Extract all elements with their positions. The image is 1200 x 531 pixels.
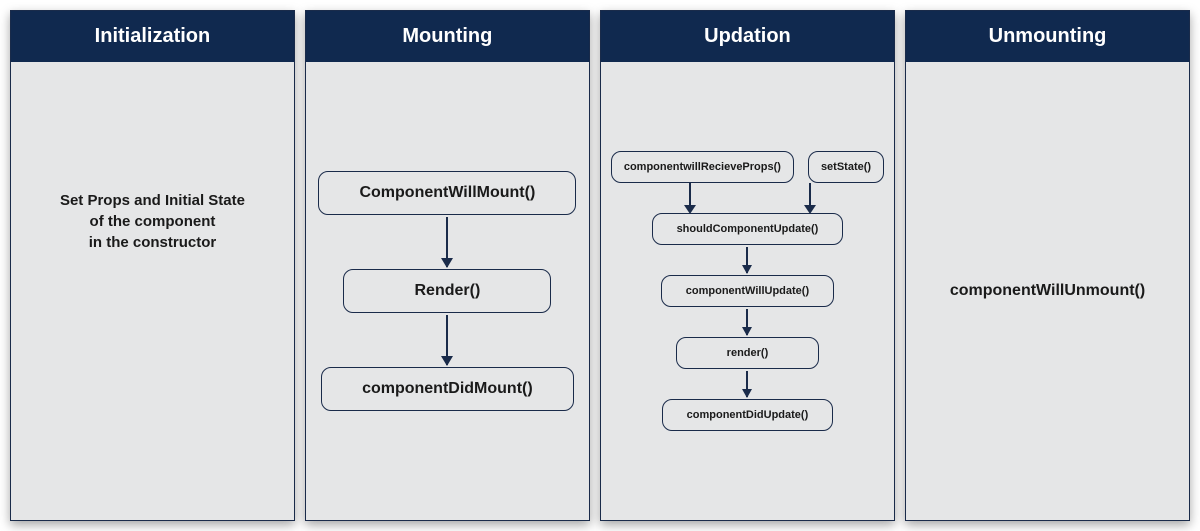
column-unmounting: Unmounting componentWillUnmount() xyxy=(905,10,1190,521)
node-componentdidupdate: componentDidUpdate() xyxy=(662,399,834,431)
node-componentwillmount: ComponentWillMount() xyxy=(318,171,576,215)
arrow-head-icon xyxy=(804,205,816,214)
column-header-initialization: Initialization xyxy=(11,11,294,62)
column-mounting: Mounting ComponentWillMount() Render() c… xyxy=(305,10,590,521)
updation-flow: componentwillRecieveProps() setState() s… xyxy=(611,151,884,431)
column-body-mounting: ComponentWillMount() Render() componentD… xyxy=(306,62,589,520)
init-line-1: Set Props and Initial State xyxy=(60,192,245,209)
arrow-down-icon xyxy=(746,247,748,273)
node-render-update: render() xyxy=(676,337,820,369)
node-render: Render() xyxy=(343,269,551,313)
column-initialization: Initialization Set Props and Initial Sta… xyxy=(10,10,295,521)
node-componentwillupdate: componentWillUpdate() xyxy=(661,275,834,307)
merge-arrows xyxy=(657,183,837,213)
init-line-2: of the component xyxy=(90,213,216,230)
column-body-initialization: Set Props and Initial State of the compo… xyxy=(11,62,294,520)
node-componentdidmount: componentDidMount() xyxy=(321,367,574,411)
arrow-down-icon xyxy=(746,371,748,397)
column-body-updation: componentwillRecieveProps() setState() s… xyxy=(601,62,894,520)
arrow-down-icon xyxy=(446,315,448,365)
init-line-3: in the constructor xyxy=(89,234,217,251)
node-componentwillunmount: componentWillUnmount() xyxy=(950,282,1145,300)
mounting-flow: ComponentWillMount() Render() componentD… xyxy=(318,171,576,411)
column-header-unmounting: Unmounting xyxy=(906,11,1189,62)
arrow-down-icon xyxy=(446,217,448,267)
column-body-unmounting: componentWillUnmount() xyxy=(906,62,1189,520)
initialization-description: Set Props and Initial State of the compo… xyxy=(60,190,245,253)
node-setstate: setState() xyxy=(808,151,884,183)
arrow-down-icon xyxy=(746,309,748,335)
arrow-head-icon xyxy=(684,205,696,214)
node-shouldcomponentupdate: shouldComponentUpdate() xyxy=(652,213,844,245)
column-header-mounting: Mounting xyxy=(306,11,589,62)
column-header-updation: Updation xyxy=(601,11,894,62)
node-componentwillreceiveprops: componentwillRecieveProps() xyxy=(611,151,794,183)
updation-top-row: componentwillRecieveProps() setState() xyxy=(611,151,884,183)
column-updation: Updation componentwillRecieveProps() set… xyxy=(600,10,895,521)
